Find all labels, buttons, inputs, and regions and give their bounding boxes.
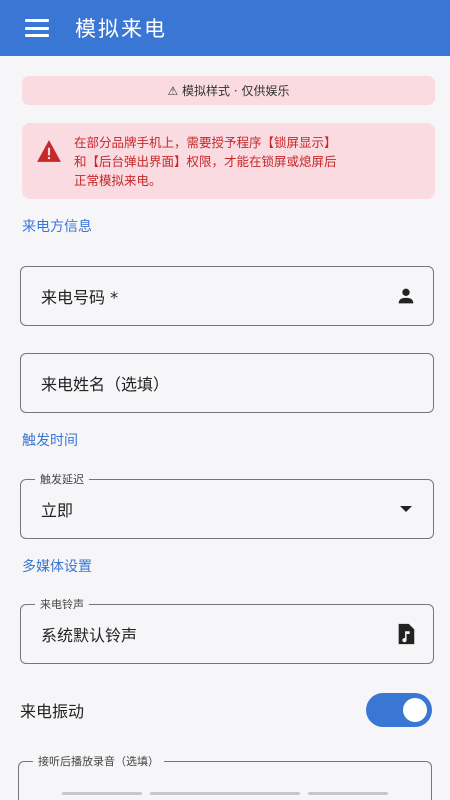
indicator-segment bbox=[150, 791, 300, 795]
bottom-scroll-indicator bbox=[0, 786, 450, 800]
toggle-knob bbox=[403, 698, 427, 722]
indicator-segment bbox=[308, 791, 388, 795]
menu-icon[interactable] bbox=[25, 19, 49, 37]
ringtone-value: 系统默认铃声 bbox=[41, 626, 138, 645]
vibration-row: 来电振动 bbox=[20, 692, 432, 728]
permission-alert: 在部分品牌手机上，需要授予程序【锁屏显示】 和【后台弹出界面】权限，才能在锁屏或… bbox=[22, 123, 435, 199]
app-bar: 模拟来电 bbox=[0, 0, 450, 56]
style-banner-text: ⚠ 模拟样式 · 仅供娱乐 bbox=[167, 84, 290, 98]
vibration-label: 来电振动 bbox=[20, 702, 85, 721]
warning-triangle-icon bbox=[37, 140, 61, 162]
caller-number-input[interactable]: 来电号码 * bbox=[20, 266, 434, 326]
section-title-caller-info: 来电方信息 bbox=[22, 219, 92, 235]
trigger-delay-select[interactable]: 触发延迟 立即 bbox=[20, 471, 434, 539]
trigger-delay-value: 立即 bbox=[41, 501, 74, 520]
alert-text: 在部分品牌手机上，需要授予程序【锁屏显示】 和【后台弹出界面】权限，才能在锁屏或… bbox=[74, 135, 337, 188]
app-title: 模拟来电 bbox=[75, 17, 167, 41]
person-icon[interactable] bbox=[395, 285, 417, 307]
section-title-media-settings: 多媒体设置 bbox=[22, 559, 92, 575]
recording-label: 接听后播放录音（选填） bbox=[33, 753, 164, 769]
trigger-delay-label: 触发延迟 bbox=[35, 471, 89, 487]
ringtone-label: 来电铃声 bbox=[35, 596, 89, 612]
style-banner: ⚠ 模拟样式 · 仅供娱乐 bbox=[22, 76, 435, 105]
caller-number-placeholder: 来电号码 * bbox=[41, 288, 119, 307]
vibration-toggle[interactable] bbox=[366, 693, 432, 727]
main-content: ⚠ 模拟样式 · 仅供娱乐 在部分品牌手机上，需要授予程序【锁屏显示】 和【后台… bbox=[0, 56, 450, 800]
caller-name-placeholder: 来电姓名（选填） bbox=[41, 375, 170, 394]
ringtone-select[interactable]: 来电铃声 系统默认铃声 bbox=[20, 596, 434, 664]
indicator-segment bbox=[62, 791, 142, 795]
caller-name-input[interactable]: 来电姓名（选填） bbox=[20, 353, 434, 413]
section-title-trigger-time: 触发时间 bbox=[22, 433, 78, 449]
dropdown-arrow-icon[interactable] bbox=[395, 498, 417, 520]
music-file-icon[interactable] bbox=[395, 623, 417, 645]
